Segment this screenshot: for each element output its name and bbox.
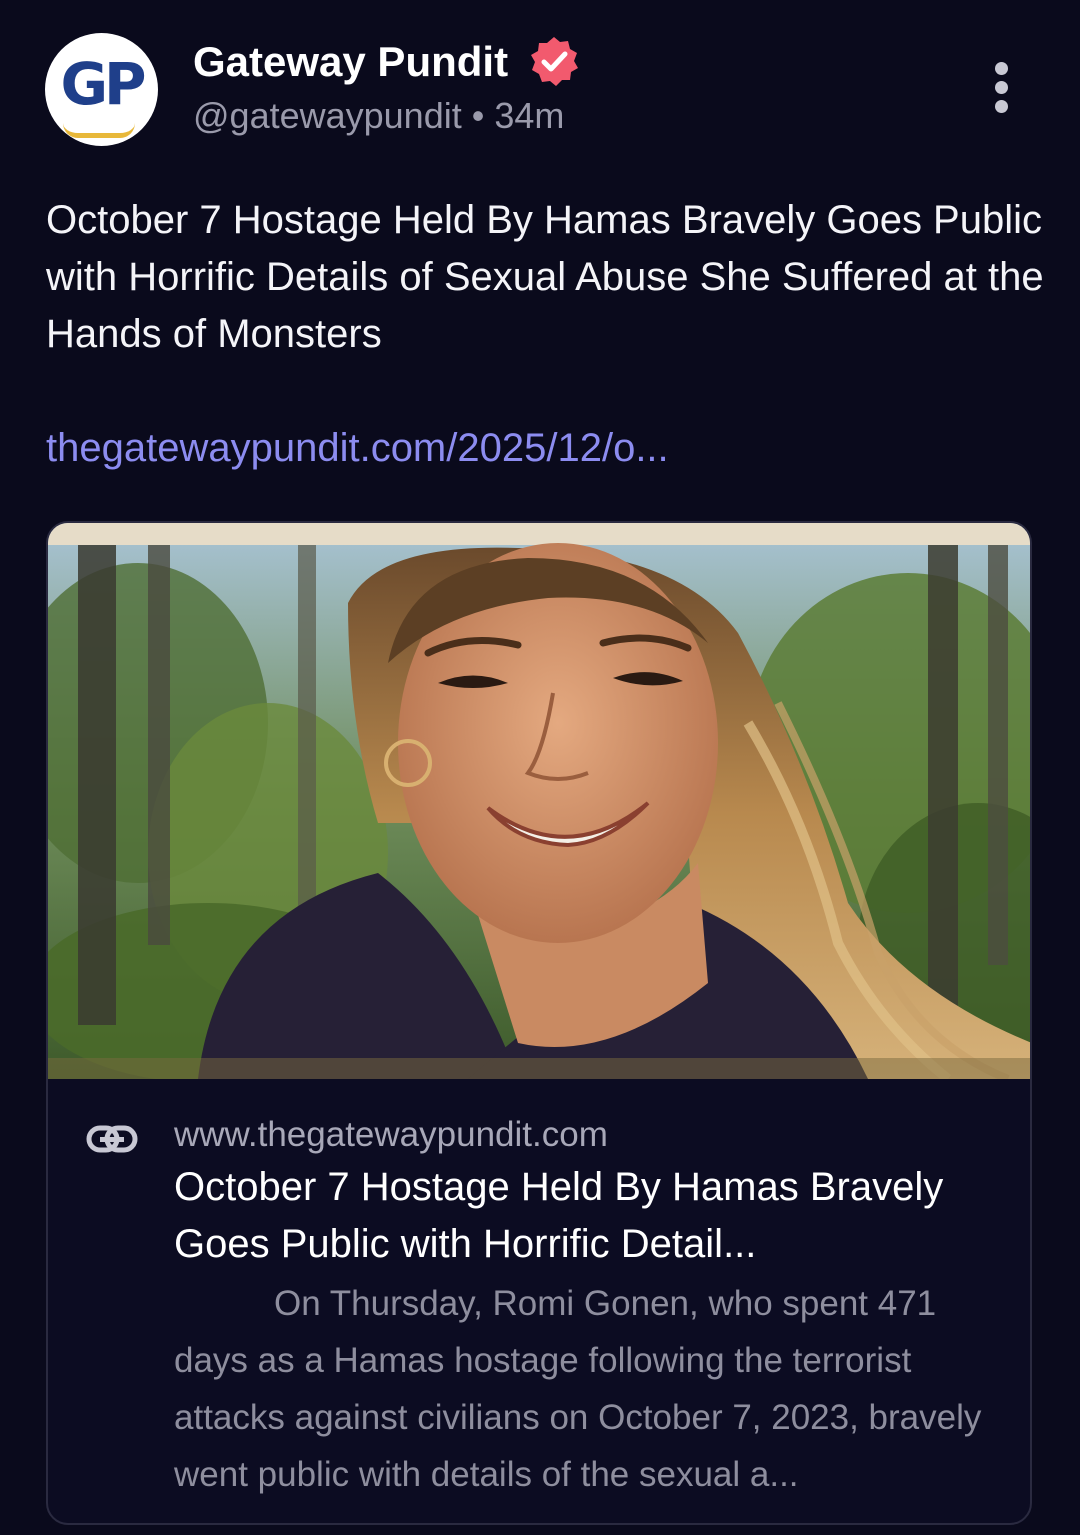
author-meta: @gatewaypundit • 34m	[193, 94, 564, 138]
post-timestamp: 34m	[494, 95, 565, 136]
more-vertical-icon-dot	[994, 62, 1008, 75]
author-avatar[interactable]: GP	[45, 33, 158, 146]
link-preview-card[interactable]: www.thegatewaypundit.com October 7 Hosta…	[46, 521, 1032, 1525]
link-preview-description: On Thursday, Romi Gonen, who spent 471 d…	[174, 1284, 982, 1494]
post-text: October 7 Hostage Held By Hamas Bravely …	[46, 198, 1044, 356]
link-icon	[86, 1125, 138, 1153]
link-preview-domain: www.thegatewaypundit.com	[174, 1115, 608, 1154]
more-vertical-icon-dot	[994, 81, 1008, 94]
author-handle[interactable]: @gatewaypundit	[193, 95, 462, 136]
verified-badge-icon	[531, 37, 578, 86]
more-options-button[interactable]	[985, 62, 1017, 118]
avatar-logo-text: GP	[60, 50, 146, 118]
post-link[interactable]: thegatewaypundit.com/2025/12/o...	[46, 420, 669, 477]
more-vertical-icon-dot	[994, 100, 1008, 113]
avatar-logo-swoosh	[63, 123, 135, 138]
link-preview-image[interactable]	[48, 523, 1030, 1079]
post-view: GP Gateway Pundit @gatewaypundit • 34m Oct…	[0, 0, 1080, 1535]
meta-separator: •	[471, 95, 485, 136]
author-name[interactable]: Gateway Pundit	[193, 38, 508, 86]
link-preview-title[interactable]: October 7 Hostage Held By Hamas Bravely …	[174, 1159, 1004, 1273]
